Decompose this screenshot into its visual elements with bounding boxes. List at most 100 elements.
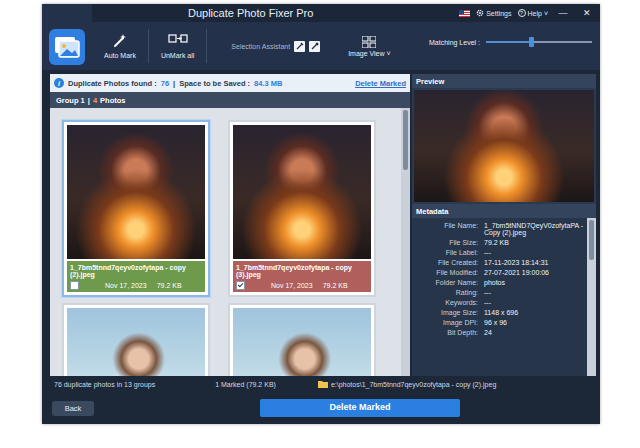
metadata-label: File Size: bbox=[414, 239, 478, 246]
photo-card[interactable] bbox=[228, 303, 376, 376]
group-header: Group 1|4Photos bbox=[50, 92, 410, 108]
metadata-value: 96 x 96 bbox=[484, 319, 585, 326]
metadata-label: File Modified: bbox=[414, 269, 478, 276]
metadata-panel: File Name: 1_7bm5tNND7QeyV0zofytaPA - Cop… bbox=[412, 218, 596, 376]
toolbar-separator bbox=[206, 29, 207, 63]
title-bar-menu: Settings?Help˅—✕ bbox=[459, 8, 596, 18]
photo-thumbnail[interactable] bbox=[67, 125, 205, 259]
selection-assistant-label[interactable]: Selection Assistant bbox=[231, 43, 290, 50]
help-question-icon[interactable]: ? bbox=[518, 9, 526, 17]
window-title: Duplicate Photo Fixer Pro bbox=[188, 7, 459, 19]
settings-menu[interactable]: Settings bbox=[476, 9, 511, 17]
photo-file-name: 1_7bm5tnnd7qeyv0zofytapa - copy (2).jpeg bbox=[70, 264, 202, 278]
photo-card-body bbox=[233, 308, 371, 376]
delete-marked-button[interactable]: Delete Marked bbox=[260, 399, 460, 417]
photo-card[interactable]: 1_7bm5tnnd7qeyv0zofytapa - copy (2).jpeg… bbox=[62, 120, 210, 297]
back-button[interactable]: Back bbox=[52, 401, 94, 416]
auto-mark-label[interactable]: Auto Mark bbox=[104, 52, 136, 59]
language-selector[interactable] bbox=[459, 10, 470, 17]
status-summary: 76 duplicate photos in 13 groups bbox=[54, 381, 155, 388]
photo-thumbnail[interactable] bbox=[67, 308, 205, 376]
photo-card-body: 1_7bm5tnnd7qeyv0zofytapa - copy (3).jpeg… bbox=[233, 125, 371, 292]
close-button[interactable]: ✕ bbox=[578, 8, 596, 18]
photo-thumbnail[interactable] bbox=[233, 125, 371, 259]
image-view-text[interactable]: Image View ˅ bbox=[348, 50, 391, 57]
help-caret[interactable]: ˅ bbox=[544, 10, 548, 17]
gear-icon bbox=[476, 9, 484, 17]
photo-info-row: Nov 17, 202379.2 KB bbox=[70, 281, 202, 290]
matching-level-fill bbox=[486, 41, 531, 43]
metadata-row: File Modified:27-07-2021 19:00:06 bbox=[414, 269, 585, 276]
unmark-boxes-icon bbox=[168, 33, 188, 49]
metadata-value: photos bbox=[484, 279, 585, 286]
grid-view-icon bbox=[362, 36, 376, 48]
metadata-label: Image Size: bbox=[414, 309, 478, 316]
matching-level-thumb[interactable] bbox=[529, 37, 534, 47]
matching-level-label: Matching Level : bbox=[429, 39, 480, 46]
unmark-all-label[interactable]: UnMark all bbox=[161, 52, 194, 59]
info-icon: i bbox=[54, 78, 64, 88]
photo-card[interactable]: 1_7bm5tnnd7qeyv0zofytapa - copy (3).jpeg… bbox=[228, 120, 376, 297]
photo-checkbox[interactable] bbox=[236, 281, 245, 290]
delete-marked-link[interactable]: Delete Marked bbox=[355, 79, 406, 88]
space-value: 84.3 MB bbox=[254, 79, 282, 88]
metadata-value: --- bbox=[484, 249, 585, 256]
metadata-label: File Label: bbox=[414, 249, 478, 256]
metadata-value: 79.2 KB bbox=[484, 239, 585, 246]
details-panel: PreviewMetadataFile Name:1_7bm5tNND7QeyV… bbox=[412, 74, 596, 376]
toolbar-separator bbox=[148, 29, 149, 63]
photo-date: Nov 17, 2023 bbox=[105, 282, 147, 289]
metadata-label: Image DPI: bbox=[414, 319, 478, 326]
metadata-row: File Size: 79.2 KB bbox=[414, 239, 585, 246]
status-bar: 76 duplicate photos in 13 groups 1 Marked… bbox=[42, 376, 600, 392]
matching-level: Matching Level : bbox=[429, 39, 592, 54]
image-view-caret[interactable]: ˅ bbox=[387, 50, 391, 57]
metadata-value: 24 bbox=[484, 329, 585, 336]
status-path-text: e:\photos\1_7bm5tnnd7qeyv0zofytapa - cop… bbox=[331, 381, 496, 388]
us-flag-icon bbox=[459, 10, 470, 17]
app-window: Duplicate Photo Fixer ProSettings?Help˅—… bbox=[42, 4, 600, 424]
photo-fixer-logo-icon bbox=[48, 28, 86, 66]
photo-file-name: 1_7bm5tnnd7qeyv0zofytapa - copy (3).jpeg bbox=[236, 264, 368, 278]
space-label: Space to be Saved : bbox=[179, 79, 250, 88]
help-label[interactable]: Help bbox=[528, 10, 542, 17]
auto-mark-button[interactable]: Auto Mark bbox=[98, 31, 142, 61]
settings-label[interactable]: Settings bbox=[486, 10, 511, 17]
metadata-row: File Created:17-11-2023 18:14:31 bbox=[414, 259, 585, 266]
image-view-button[interactable]: Image View ˅ bbox=[348, 36, 391, 57]
metadata-row: Image DPI: 96 x 96 bbox=[414, 319, 585, 326]
metadata-label: File Created: bbox=[414, 259, 478, 266]
folder-icon bbox=[318, 380, 328, 388]
metadata-row: Rating:--- bbox=[414, 289, 585, 296]
grid-scroll-thumb[interactable] bbox=[403, 110, 408, 170]
minimize-button[interactable]: — bbox=[554, 8, 572, 18]
metadata-label: Keywords: bbox=[414, 299, 478, 306]
metadata-row: Image Size: 1148 x 696 bbox=[414, 309, 585, 316]
metadata-value: --- bbox=[484, 289, 585, 296]
metadata-title: Metadata bbox=[416, 207, 449, 216]
metadata-row: Bit Depth:24 bbox=[414, 329, 585, 336]
image-view-label[interactable]: Image View bbox=[348, 50, 384, 57]
grid-scrollbar[interactable] bbox=[401, 108, 410, 376]
help-menu[interactable]: ?Help˅ bbox=[518, 9, 549, 17]
metadata-row: Keywords:--- bbox=[414, 299, 585, 306]
metadata-scrollbar[interactable] bbox=[587, 218, 596, 376]
photo-card[interactable] bbox=[62, 303, 210, 376]
matching-level-slider[interactable] bbox=[486, 41, 592, 43]
photo-grid: 1_7bm5tnnd7qeyv0zofytapa - copy (2).jpeg… bbox=[50, 108, 401, 376]
metadata-label: File Name: bbox=[414, 222, 478, 236]
app-logo bbox=[42, 4, 92, 70]
photo-card-body: 1_7bm5tnnd7qeyv0zofytapa - copy (2).jpeg… bbox=[67, 125, 205, 292]
status-marked: 1 Marked (79.2 KB) bbox=[215, 381, 276, 388]
bottom-bar: Back Delete Marked bbox=[42, 392, 600, 424]
pin-tool-icon bbox=[309, 41, 320, 52]
metadata-scroll-thumb[interactable] bbox=[589, 220, 594, 260]
group-unit: Photos bbox=[100, 96, 125, 105]
summary-divider: | bbox=[173, 79, 175, 88]
photo-checkbox[interactable] bbox=[70, 281, 79, 290]
selection-assistant[interactable]: Selection Assistant bbox=[231, 41, 320, 52]
photo-thumbnail[interactable] bbox=[233, 308, 371, 376]
metadata-value: 1_7bm5tNND7QeyV0zofytaPA - Copy (2).jpeg bbox=[484, 222, 585, 236]
metadata-value: 1148 x 696 bbox=[484, 309, 585, 316]
unmark-all-button[interactable]: UnMark all bbox=[155, 31, 200, 61]
